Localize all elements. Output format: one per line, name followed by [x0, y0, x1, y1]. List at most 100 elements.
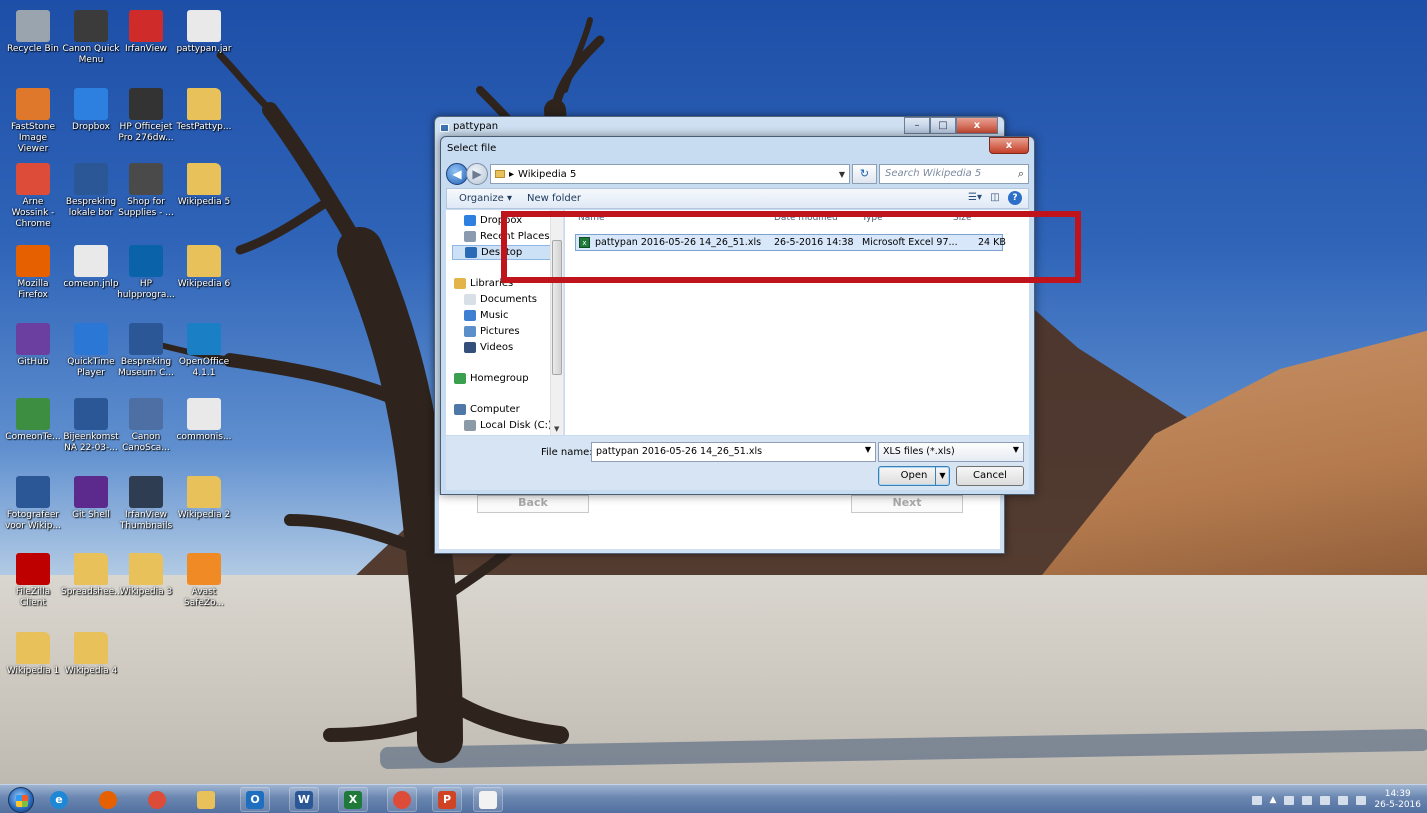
desktop-shortcut[interactable]: Arne Wossink - Chrome	[3, 163, 63, 230]
action-center-icon[interactable]	[1320, 795, 1331, 805]
new-folder-button[interactable]: New folder	[527, 193, 581, 204]
desktop-shortcut[interactable]: Shop for Supplies - ...	[116, 163, 176, 219]
homegroup-icon	[454, 373, 466, 384]
desktop-shortcut[interactable]: Canon Quick Menu	[61, 10, 121, 66]
desktop-shortcut[interactable]: Fotografeer voor Wikip...	[3, 476, 63, 532]
nav-item[interactable]: Computer	[454, 402, 520, 417]
desktop-shortcut[interactable]: GitHub	[3, 323, 63, 368]
select-file-dialog[interactable]: Select file x ◀ ▶ ▸ Wikipedia 5 ▼ ↻ Sear…	[440, 136, 1035, 495]
desktop-shortcut[interactable]: QuickTime Player	[61, 323, 121, 379]
desktop-shortcut[interactable]: Git Shell	[61, 476, 121, 521]
next-button[interactable]: Next	[851, 495, 963, 513]
address-bar[interactable]: ▸ Wikipedia 5 ▼	[490, 164, 850, 184]
desktop-shortcut[interactable]: Mozilla Firefox	[3, 245, 63, 301]
desktop-shortcut[interactable]: Wikipedia 6	[174, 245, 234, 290]
taskbar-app[interactable]: W	[289, 787, 319, 812]
file-name-dropdown-icon[interactable]: ▼	[865, 445, 871, 454]
clock[interactable]: 14:39 26-5-2016	[1374, 789, 1421, 811]
desktop-shortcut[interactable]: Bijeenkomst NA 22-03-...	[61, 398, 121, 454]
network-icon[interactable]	[1302, 795, 1313, 805]
cancel-button[interactable]: Cancel	[956, 466, 1024, 486]
taskbar-app[interactable]: e	[44, 787, 74, 812]
start-button[interactable]	[8, 787, 34, 813]
refresh-icon[interactable]: ↻	[852, 164, 877, 184]
desktop-shortcut[interactable]: Wikipedia 5	[174, 163, 234, 208]
back-arrow-icon[interactable]: ◀	[446, 163, 468, 185]
nav-item[interactable]: Local Disk (C:)	[464, 418, 552, 433]
close-button[interactable]: x	[956, 117, 998, 134]
scroll-down-icon[interactable]: ▼	[554, 425, 559, 433]
desktop-shortcut[interactable]: Wikipedia 2	[174, 476, 234, 521]
view-options-icon[interactable]: ☰▾	[968, 191, 982, 205]
taskbar-app[interactable]	[473, 787, 503, 812]
volume-icon[interactable]	[1356, 795, 1367, 805]
desktop-shortcut[interactable]: Recycle Bin	[3, 10, 63, 55]
desktop-shortcut[interactable]: HP Officejet Pro 276dw...	[116, 88, 176, 144]
window-controls: – □ x	[904, 117, 998, 134]
desktop-shortcut[interactable]: Wikipedia 4	[61, 632, 121, 677]
desktop-shortcut[interactable]: comeon.jnlp	[61, 245, 121, 290]
open-button[interactable]: Open ▼	[878, 466, 950, 486]
back-button[interactable]: Back	[477, 495, 589, 513]
desktop-shortcut[interactable]: OpenOffice 4.1.1	[174, 323, 234, 379]
taskbar-app[interactable]	[142, 787, 172, 812]
open-split-dropdown-icon[interactable]: ▼	[935, 467, 949, 485]
file-type-select[interactable]: XLS files (*.xls) ▼	[878, 442, 1024, 462]
file-name-field[interactable]: pattypan 2016-05-26 14_26_51.xls ▼	[591, 442, 876, 462]
desktop-shortcut[interactable]: IrfanView	[116, 10, 176, 55]
power-icon[interactable]	[1338, 795, 1349, 805]
taskbar-app[interactable]	[93, 787, 123, 812]
open-label: Open	[900, 470, 928, 481]
help-icon[interactable]: ?	[1008, 191, 1022, 205]
desktop-shortcut[interactable]: Bespreking lokale bor	[61, 163, 121, 219]
desktop-shortcut-label: FastStone Image Viewer	[10, 122, 56, 154]
desktop-shortcut[interactable]: Wikipedia 1	[3, 632, 63, 677]
desktop-shortcut[interactable]: commonis...	[174, 398, 234, 443]
taskbar-app[interactable]: O	[240, 787, 270, 812]
forward-arrow-icon[interactable]: ▶	[466, 163, 488, 185]
taskbar-app[interactable]: P	[432, 787, 462, 812]
nav-item[interactable]: Homegroup	[454, 371, 529, 386]
file-type-dropdown-icon[interactable]: ▼	[1013, 445, 1019, 454]
desktop-shortcut[interactable]: IrfanView Thumbnails	[116, 476, 176, 532]
desktop-shortcut[interactable]: Spreadshee...	[61, 553, 123, 598]
search-input[interactable]: Search Wikipedia 5 ⌕	[879, 164, 1029, 184]
taskbar-app[interactable]	[387, 787, 417, 812]
nav-item[interactable]: Videos	[464, 340, 513, 355]
taskbar-app[interactable]: X	[338, 787, 368, 812]
desktop-shortcut-label: Recycle Bin	[7, 44, 59, 54]
desktop-shortcut[interactable]: Dropbox	[61, 88, 121, 133]
desktop-shortcut[interactable]: FileZilla Client	[3, 553, 63, 609]
search-placeholder: Search Wikipedia 5	[885, 168, 982, 179]
maximize-button[interactable]: □	[930, 117, 956, 134]
address-dropdown-icon[interactable]: ▼	[839, 170, 845, 179]
breadcrumb-wikipedia-5[interactable]: Wikipedia 5	[518, 169, 576, 180]
annotation-highlight-box	[501, 211, 1081, 283]
desktop-shortcut[interactable]: Bespreking Museum C...	[116, 323, 176, 379]
nav-item[interactable]: Pictures	[464, 324, 520, 339]
desktop-shortcut[interactable]: Canon CanoSca...	[116, 398, 176, 454]
keyboard-icon[interactable]	[1251, 795, 1262, 805]
nav-item[interactable]: Documents	[464, 292, 537, 307]
preview-pane-icon[interactable]: ◫	[988, 191, 1002, 205]
pattypan-client-area: Back Next	[439, 495, 1000, 549]
desktop-shortcut-label: TestPattyp...	[176, 122, 232, 132]
desktop-shortcut[interactable]: pattypan.jar	[174, 10, 234, 55]
desktop-shortcut[interactable]: FastStone Image Viewer	[3, 88, 63, 155]
minimize-button[interactable]: –	[904, 117, 930, 134]
dialog-close-button[interactable]: x	[989, 137, 1029, 154]
show-hidden-icons-icon[interactable]: ▲	[1270, 795, 1277, 805]
desktop-shortcut[interactable]: Avast SafeZo...	[174, 553, 234, 609]
desktop-shortcut[interactable]: Wikipedia 3	[116, 553, 176, 598]
nav-item[interactable]: Music	[464, 308, 508, 323]
search-icon[interactable]: ⌕	[1018, 167, 1024, 181]
tray-app-icon[interactable]	[1284, 795, 1295, 805]
nav-item-label: Pictures	[480, 326, 520, 337]
desktop-shortcut[interactable]: ComeonTe...	[3, 398, 63, 443]
desktop-shortcut[interactable]: HP hulpprogra...	[116, 245, 176, 301]
taskbar-app[interactable]	[191, 787, 221, 812]
excel-icon: X	[344, 790, 362, 809]
organize-menu[interactable]: Organize ▾	[459, 193, 512, 204]
desktop-shortcut[interactable]: TestPattyp...	[174, 88, 234, 133]
desktop-shortcut-label: Arne Wossink - Chrome	[11, 197, 55, 229]
